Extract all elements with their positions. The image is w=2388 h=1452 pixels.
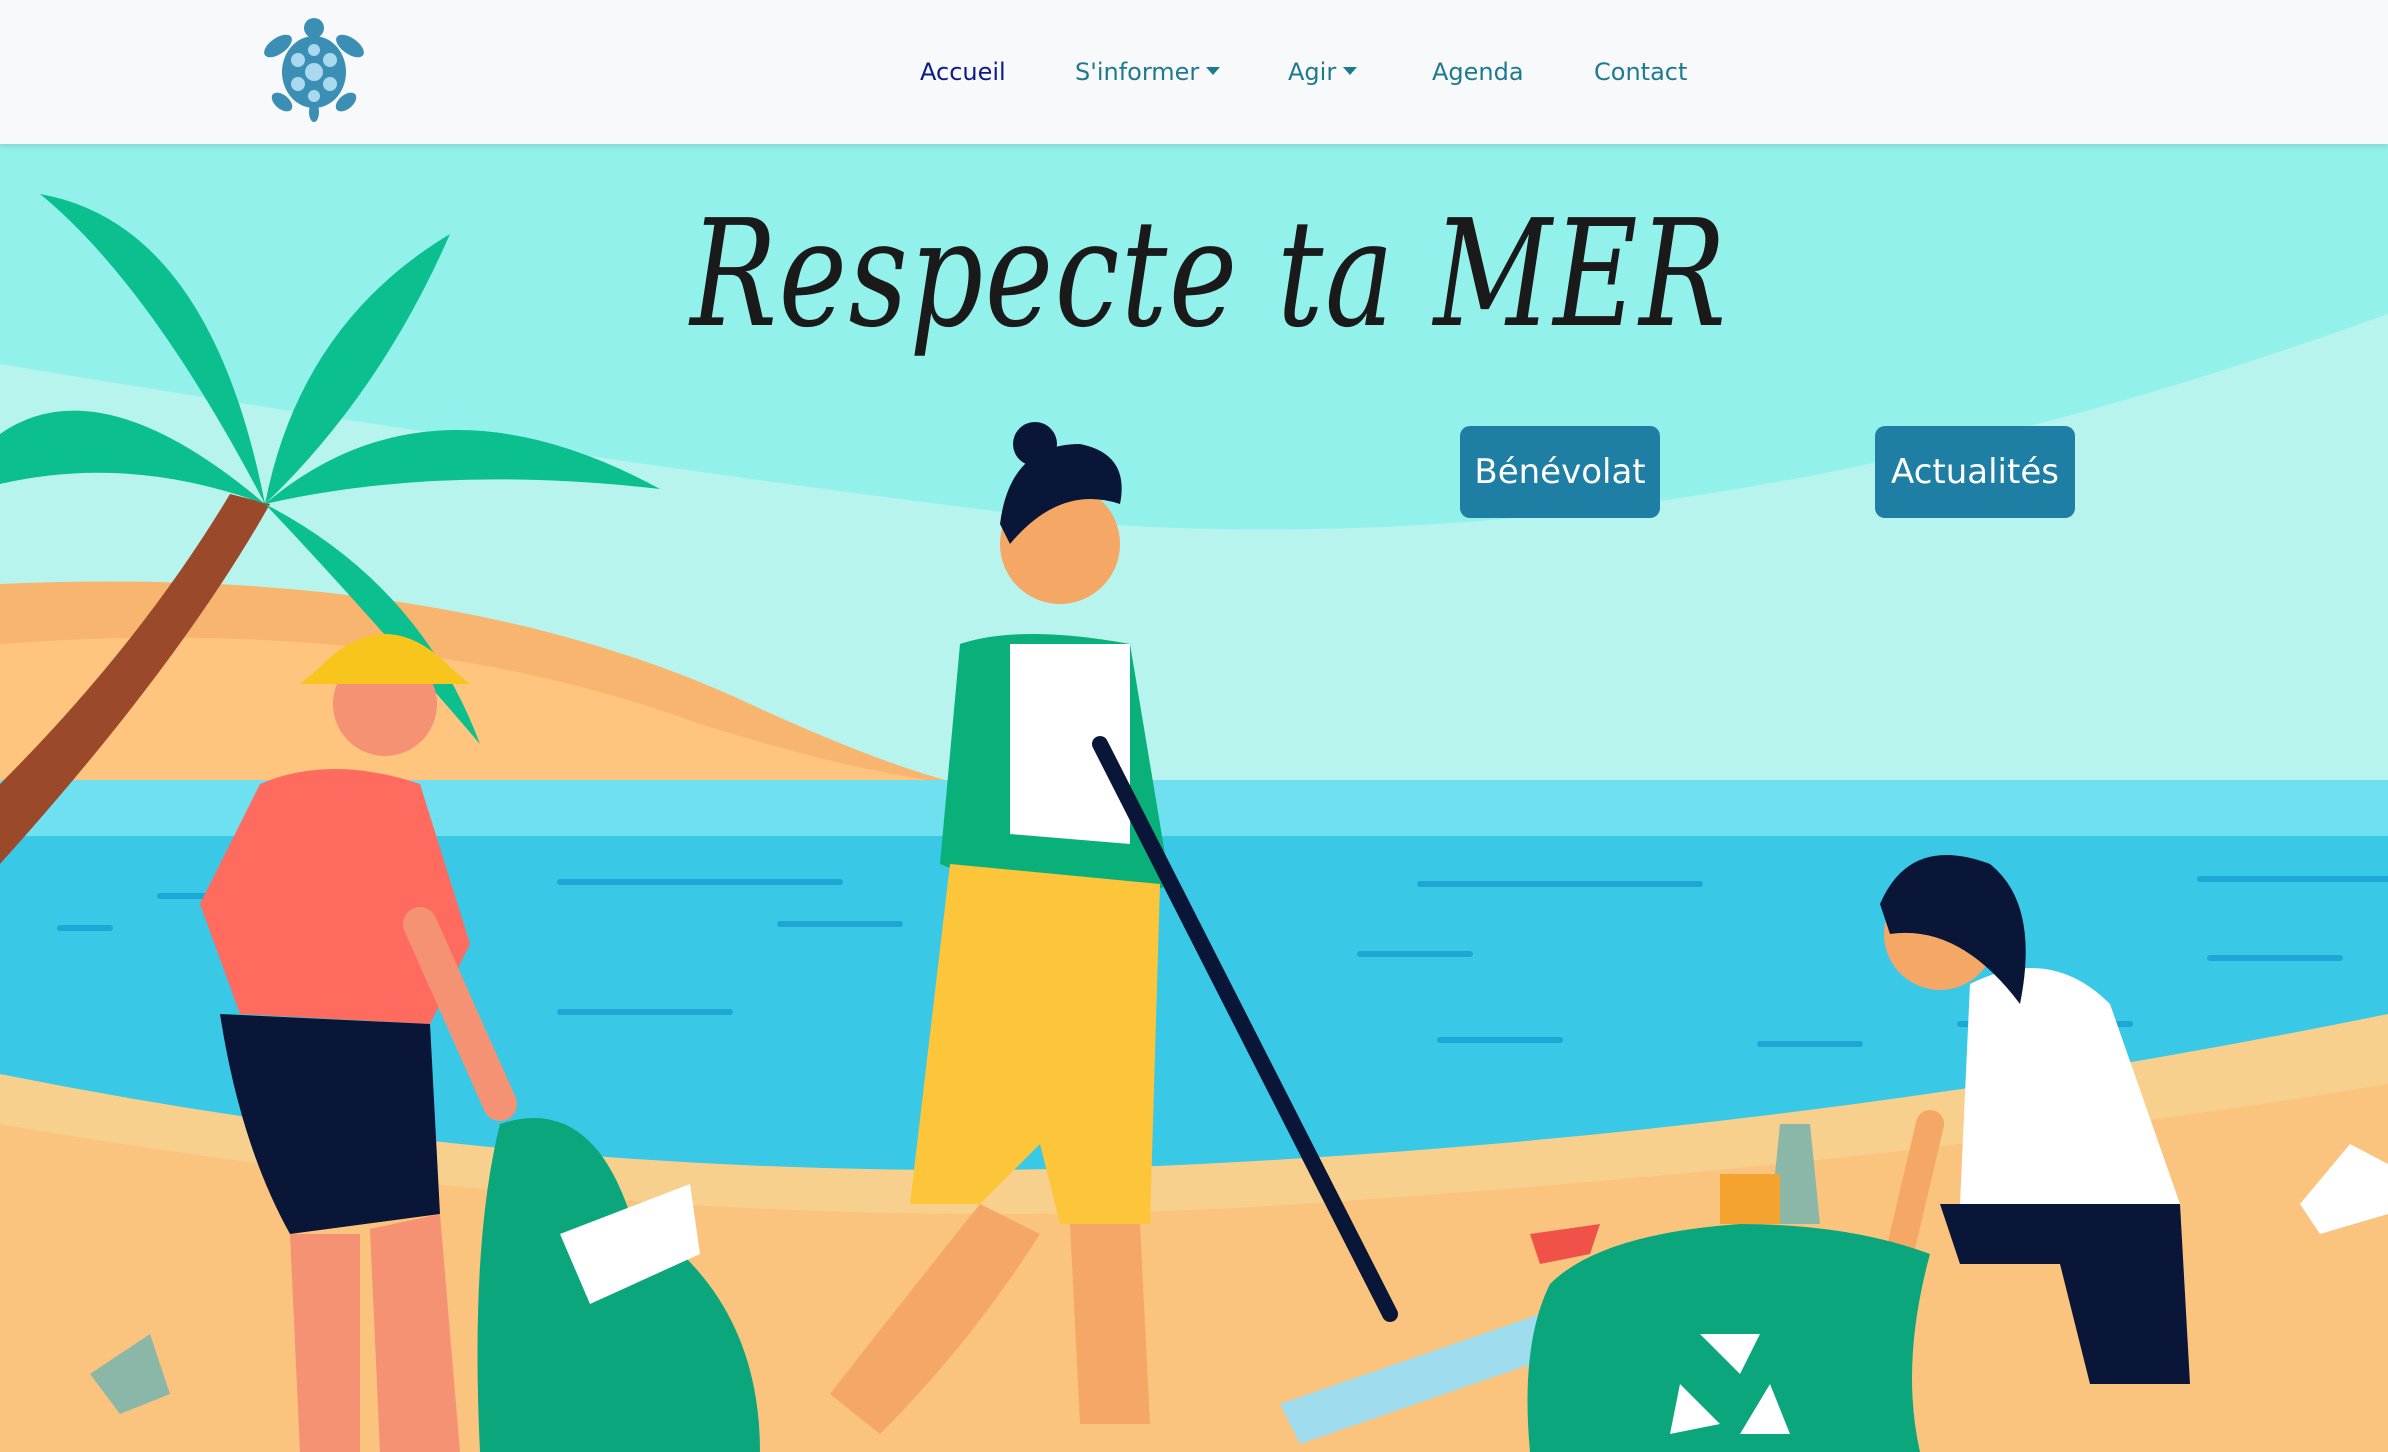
nav-link-contact[interactable]: Contact bbox=[1594, 52, 1687, 92]
caret-down-icon bbox=[1206, 67, 1221, 75]
actualites-button[interactable]: Actualités bbox=[1875, 426, 2075, 518]
hero-section: Respecte ta MER Bénévolat Actualités bbox=[0, 144, 2388, 1452]
nav-link-accueil[interactable]: Accueil bbox=[920, 52, 1006, 92]
nav-dropdown-agir[interactable]: Agir bbox=[1288, 52, 1358, 92]
benevolat-button[interactable]: Bénévolat bbox=[1460, 426, 1660, 518]
navbar: Accueil S'informer Agir Agenda Contact bbox=[0, 0, 2388, 144]
nav-link-agenda[interactable]: Agenda bbox=[1432, 52, 1524, 92]
nav-link-agir-label: Agir bbox=[1288, 58, 1337, 86]
nav-link-sinformer-label: S'informer bbox=[1075, 58, 1200, 86]
caret-down-icon bbox=[1343, 67, 1358, 75]
nav-dropdown-sinformer[interactable]: S'informer bbox=[1075, 52, 1221, 92]
nav-menu: Accueil S'informer Agir Agenda Contact bbox=[0, 0, 2388, 144]
hero-title: Respecte ta MER bbox=[690, 188, 1728, 360]
